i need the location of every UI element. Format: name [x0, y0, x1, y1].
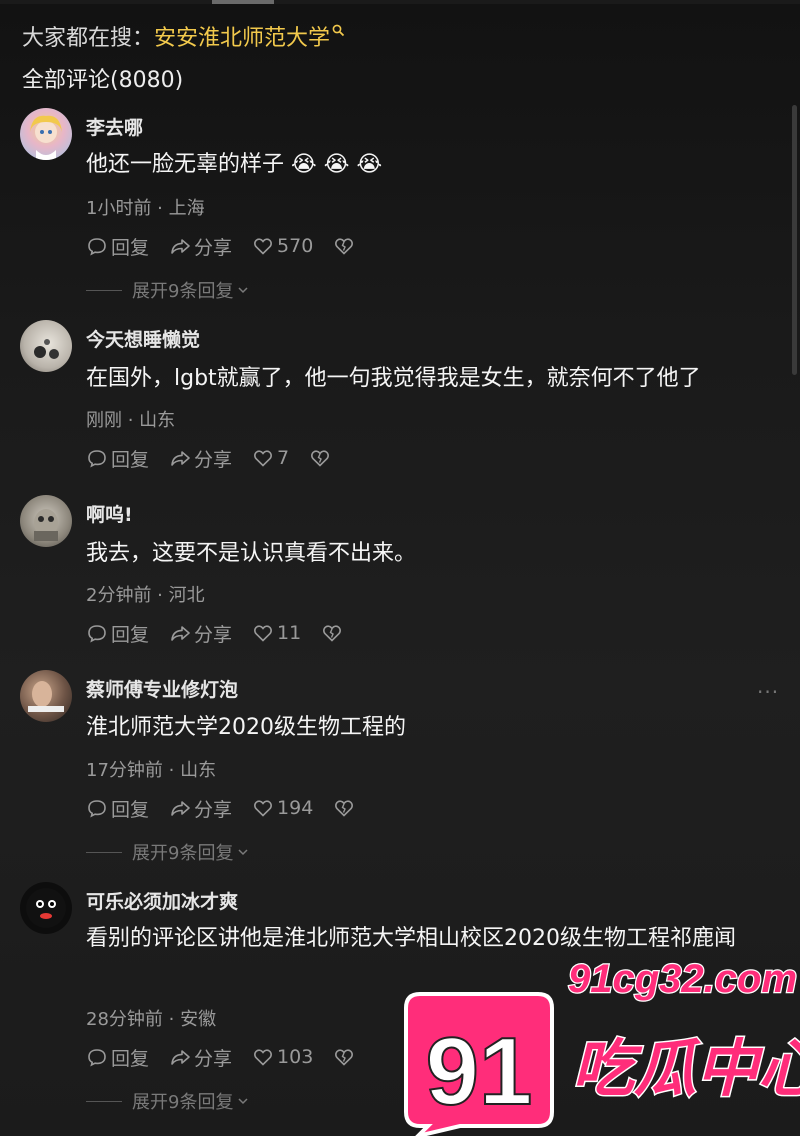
- username[interactable]: 啊呜!: [86, 500, 133, 527]
- like-count: 7: [277, 447, 290, 469]
- heart-icon: [254, 800, 272, 817]
- share-arrow-icon: [171, 801, 190, 816]
- avatar-image: [28, 681, 64, 712]
- more-options-icon[interactable]: ···: [757, 680, 779, 704]
- broken-heart-icon: [335, 1049, 354, 1066]
- share-arrow-icon: [171, 1050, 190, 1065]
- avatar[interactable]: [20, 495, 72, 547]
- dislike-button[interactable]: [309, 447, 334, 469]
- comment-text: 淮北师范大学2020级生物工程的: [86, 715, 406, 740]
- crying-emoji: 😭: [323, 152, 350, 177]
- watermark-number: 91: [426, 1018, 533, 1125]
- share-button[interactable]: 分享: [169, 233, 232, 260]
- like-button[interactable]: 7: [252, 447, 289, 469]
- share-arrow-icon: [171, 239, 190, 254]
- search-icon: [332, 24, 345, 36]
- action-bar: 回复 分享 570: [86, 232, 378, 260]
- comment-bubble-icon: [88, 800, 106, 818]
- comment-bubble-icon: [88, 238, 106, 256]
- comment-bubble-icon: [88, 625, 106, 643]
- reply-button[interactable]: 回复: [86, 233, 149, 260]
- dislike-button[interactable]: [333, 797, 358, 819]
- share-arrow-icon: [171, 626, 190, 641]
- divider-line: [86, 1100, 122, 1102]
- crying-emoji: 😭: [291, 152, 317, 177]
- divider-line: [86, 851, 122, 853]
- comment-text: 我去，这要不是认识真看不出来。: [86, 541, 417, 566]
- expand-replies[interactable]: 展开9条回复: [86, 839, 250, 865]
- like-count: 103: [277, 1046, 314, 1068]
- dislike-button[interactable]: [333, 235, 358, 257]
- action-bar: 回复 分享 7: [86, 444, 354, 472]
- heart-icon: [254, 238, 272, 255]
- chevron-down-icon: [238, 849, 248, 856]
- crying-emoji: 😭: [356, 152, 383, 177]
- action-bar: 回复 分享 194: [86, 794, 378, 822]
- time-location: 2分钟前 · 河北: [86, 585, 205, 606]
- comment-bubble-icon: [88, 450, 106, 468]
- share-button[interactable]: 分享: [169, 795, 232, 822]
- like-count: 194: [277, 797, 314, 819]
- comment-bubble-icon: [88, 1049, 106, 1067]
- avatar[interactable]: [20, 670, 72, 722]
- broken-heart-icon: [335, 238, 354, 255]
- like-button[interactable]: 194: [252, 797, 313, 819]
- hot-search-prefix: 大家都在搜：: [22, 26, 155, 51]
- like-button[interactable]: 11: [252, 622, 301, 644]
- watermark-name: 吃瓜中心: [572, 1032, 800, 1105]
- chevron-down-icon: [238, 287, 248, 294]
- time-location: 刚刚 · 山东: [86, 410, 176, 431]
- heart-icon: [254, 450, 272, 467]
- username[interactable]: 蔡师傅专业修灯泡: [86, 675, 238, 702]
- avatar-image: [34, 339, 59, 359]
- comment-text: 在国外，lgbt就赢了，他一句我觉得我是女生，就奈何不了他了: [86, 366, 701, 391]
- like-count: 11: [277, 622, 302, 644]
- time-location: 17分钟前 · 山东: [86, 760, 217, 781]
- avatar-image: [26, 888, 66, 928]
- time-location: 28分钟前 · 安徽: [86, 1009, 217, 1030]
- avatar[interactable]: [20, 320, 72, 372]
- avatar[interactable]: [20, 108, 72, 160]
- avatar-image: [34, 509, 58, 541]
- avatar[interactable]: [20, 882, 72, 934]
- hot-search-bar[interactable]: 大家都在搜： 安安淮北师范大学: [22, 20, 345, 52]
- like-count: 570: [277, 235, 314, 257]
- heart-icon: [254, 625, 272, 642]
- share-button[interactable]: 分享: [169, 620, 232, 647]
- scrollbar[interactable]: [792, 105, 797, 375]
- reply-button[interactable]: 回复: [86, 795, 149, 822]
- watermark-domain: 91cg32.com: [568, 957, 797, 1001]
- reply-button[interactable]: 回复: [86, 620, 149, 647]
- comment-text: 他还一脸无辜的样子 😭 😭 😭: [86, 152, 383, 177]
- username[interactable]: 可乐必须加冰才爽: [86, 887, 238, 914]
- like-button[interactable]: 570: [252, 235, 313, 257]
- action-bar: 回复 分享 103: [86, 1043, 378, 1071]
- dislike-button[interactable]: [321, 622, 346, 644]
- broken-heart-icon: [311, 450, 330, 467]
- broken-heart-icon: [323, 625, 342, 642]
- expand-replies[interactable]: 展开9条回复: [86, 1088, 250, 1114]
- reply-button[interactable]: 回复: [86, 445, 149, 472]
- hot-search-link[interactable]: 安安淮北师范大学: [154, 20, 330, 52]
- username[interactable]: 李去哪: [86, 113, 143, 140]
- divider-line: [86, 289, 122, 291]
- username[interactable]: 今天想睡懒觉: [86, 325, 200, 352]
- chevron-down-icon: [238, 1098, 248, 1105]
- top-tab-indicator: [212, 0, 274, 4]
- share-button[interactable]: 分享: [169, 445, 232, 472]
- like-button[interactable]: 103: [252, 1046, 313, 1068]
- time-location: 1小时前 · 上海: [86, 198, 205, 219]
- reply-button[interactable]: 回复: [86, 1044, 149, 1071]
- broken-heart-icon: [335, 800, 354, 817]
- share-arrow-icon: [171, 451, 190, 466]
- dislike-button[interactable]: [333, 1046, 358, 1068]
- share-button[interactable]: 分享: [169, 1044, 232, 1071]
- action-bar: 回复 分享 11: [86, 619, 366, 647]
- comment-count-title: 全部评论(8080): [22, 68, 184, 93]
- avatar-image: [30, 115, 62, 160]
- watermark-logo: 91 91cg32.com 吃瓜中心: [404, 956, 800, 1136]
- top-border: [0, 0, 800, 4]
- heart-icon: [254, 1049, 272, 1066]
- expand-replies[interactable]: 展开9条回复: [86, 277, 250, 303]
